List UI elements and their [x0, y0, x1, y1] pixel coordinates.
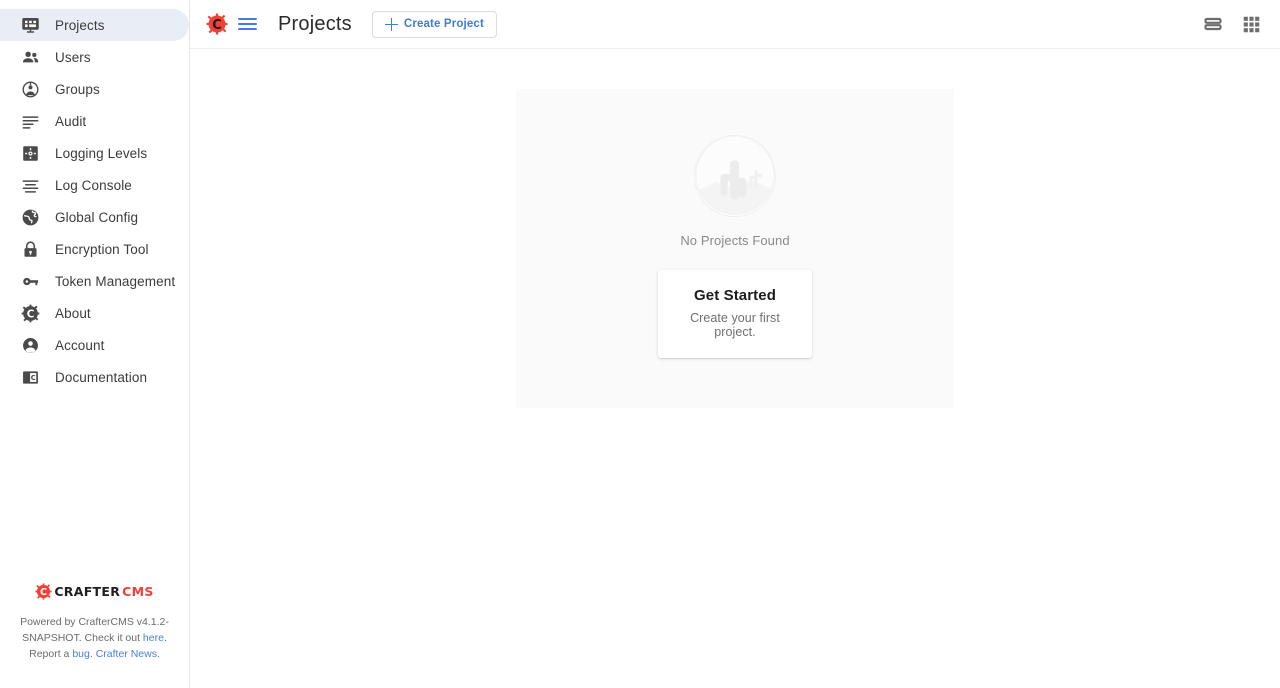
- sidebar-item-token-management[interactable]: Token Management: [0, 265, 189, 297]
- hamburger-bar: [238, 23, 257, 25]
- sidebar-nav: Projects Users Groups Audit Logging Leve…: [0, 0, 189, 393]
- sidebar-item-encryption-tool[interactable]: Encryption Tool: [0, 233, 189, 265]
- sidebar-item-label: Documentation: [55, 369, 148, 385]
- list-view-icon[interactable]: [1200, 11, 1226, 37]
- brand-name-secondary: CMS: [122, 584, 154, 599]
- footer-credits: Powered by CrafterCMS v4.1.2-SNAPSHOT. C…: [12, 614, 177, 662]
- create-project-button[interactable]: Create Project: [371, 10, 497, 38]
- log-console-icon: [20, 175, 40, 195]
- sidebar-item-label: Global Config: [55, 209, 139, 225]
- sidebar: Projects Users Groups Audit Logging Leve…: [0, 0, 190, 688]
- sidebar-item-users[interactable]: Users: [0, 41, 189, 73]
- hamburger-menu-icon[interactable]: [238, 13, 260, 35]
- key-icon: [20, 271, 40, 291]
- apps-grid-icon[interactable]: [1238, 11, 1264, 37]
- sidebar-item-log-console[interactable]: Log Console: [0, 169, 189, 201]
- sidebar-item-groups[interactable]: Groups: [0, 73, 189, 105]
- hamburger-bar: [238, 18, 257, 20]
- svg-text:C: C: [26, 308, 34, 320]
- brand-name-primary: CRAFTER: [54, 584, 121, 599]
- logging-levels-icon: [20, 143, 40, 163]
- get-started-card[interactable]: Get Started Create your first project.: [658, 270, 812, 358]
- sidebar-item-label: Encryption Tool: [55, 241, 149, 257]
- empty-desert-cactus-illustration: [694, 135, 776, 217]
- brand-gear-icon: C: [35, 583, 52, 600]
- top-bar: C Projects Create Project: [190, 0, 1280, 49]
- content-area: No Projects Found Get Started Create you…: [190, 49, 1280, 688]
- sidebar-item-label: About: [55, 305, 91, 321]
- svg-text:C: C: [40, 587, 47, 598]
- page-title: Projects: [278, 12, 352, 35]
- create-project-label: Create Project: [403, 18, 484, 30]
- book-icon: C: [20, 367, 40, 387]
- gear-c-icon: C: [20, 303, 40, 323]
- sidebar-item-label: Logging Levels: [55, 145, 148, 161]
- sidebar-item-label: Audit: [55, 113, 87, 129]
- footer-link-crafter-news[interactable]: Crafter News: [96, 648, 157, 660]
- audit-icon: [20, 111, 40, 131]
- crafter-cms-logo: C CRAFTER CMS: [12, 583, 177, 600]
- main-area: C Projects Create Project No Projects Fo…: [190, 0, 1280, 688]
- sidebar-item-label: Account: [55, 337, 105, 353]
- sidebar-item-label: Token Management: [55, 273, 176, 289]
- sidebar-item-label: Log Console: [55, 177, 132, 193]
- hamburger-bar: [238, 28, 257, 30]
- sidebar-item-documentation[interactable]: C Documentation: [0, 361, 189, 393]
- sidebar-item-account[interactable]: Account: [0, 329, 189, 361]
- get-started-title: Get Started: [694, 287, 776, 304]
- account-icon: [20, 335, 40, 355]
- sidebar-item-projects[interactable]: Projects: [0, 9, 189, 41]
- groups-icon: [20, 79, 40, 99]
- sidebar-item-logging-levels[interactable]: Logging Levels: [0, 137, 189, 169]
- footer-text-part4: .: [156, 648, 160, 660]
- app-root: Projects Users Groups Audit Logging Leve…: [0, 0, 1280, 688]
- svg-text:C: C: [30, 373, 35, 381]
- sidebar-footer: C CRAFTER CMS Powered by CrafterCMS v4.1.…: [0, 583, 189, 688]
- footer-link-here[interactable]: here: [143, 632, 164, 644]
- sidebar-item-label: Users: [55, 49, 91, 65]
- sidebar-item-label: Projects: [55, 17, 105, 33]
- svg-text:C: C: [212, 18, 221, 33]
- plus-icon: [384, 17, 398, 31]
- get-started-subtitle: Create your first project.: [690, 311, 780, 339]
- crafter-gear-logo[interactable]: C: [206, 13, 228, 35]
- sidebar-item-global-config[interactable]: Global Config: [0, 201, 189, 233]
- empty-state-panel: No Projects Found Get Started Create you…: [516, 89, 954, 408]
- empty-state-title: No Projects Found: [680, 233, 790, 248]
- users-icon: [20, 47, 40, 67]
- sidebar-item-label: Groups: [55, 81, 100, 97]
- lock-icon: [20, 239, 40, 259]
- sidebar-item-about[interactable]: C About: [0, 297, 189, 329]
- footer-link-bug[interactable]: bug: [72, 648, 90, 660]
- sidebar-item-audit[interactable]: Audit: [0, 105, 189, 137]
- projects-icon: [20, 15, 40, 35]
- globe-icon: [20, 207, 40, 227]
